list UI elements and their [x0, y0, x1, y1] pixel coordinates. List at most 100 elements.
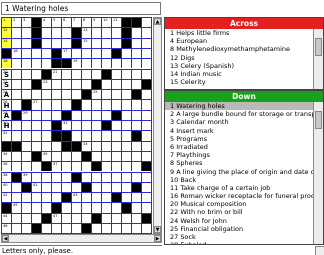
grid-cell[interactable]: 22 S [1, 78, 11, 90]
grid-cell[interactable] [51, 99, 61, 110]
grid-cell[interactable] [61, 161, 71, 172]
grid-cell[interactable] [141, 68, 151, 79]
grid-cell[interactable] [121, 140, 131, 151]
grid-cell[interactable] [101, 150, 111, 162]
across-clue-item[interactable]: 15 Celerity [165, 78, 313, 86]
grid-cell[interactable]: 32 [1, 130, 11, 141]
grid-cell[interactable] [71, 161, 81, 172]
grid-cell[interactable] [111, 58, 121, 69]
grid-cell[interactable] [101, 202, 111, 213]
grid-cell[interactable] [111, 181, 121, 193]
down-clue-item[interactable]: 5 Programs [165, 135, 313, 143]
grid-cell[interactable]: 42 [1, 192, 11, 203]
grid-cell[interactable] [91, 223, 101, 234]
grid-cell[interactable] [71, 181, 81, 193]
grid-cell[interactable] [141, 120, 151, 131]
grid-cell[interactable] [61, 202, 71, 213]
grid-cell[interactable] [101, 78, 111, 90]
grid-cell[interactable] [21, 223, 31, 234]
grid-cell[interactable]: 27 [31, 99, 41, 110]
grid-cell[interactable] [81, 212, 91, 223]
grid-cell[interactable]: 28 A [1, 109, 11, 120]
grid-cell[interactable] [81, 130, 91, 141]
grid-cell[interactable] [131, 99, 141, 110]
grid-cell[interactable]: 5 [51, 17, 61, 28]
across-clue-item[interactable]: 1 Helps little firms [165, 29, 313, 37]
grid-cell[interactable] [21, 68, 31, 79]
grid-cell[interactable] [71, 130, 81, 141]
grid-cell[interactable]: 29 [21, 109, 31, 120]
grid-cell[interactable] [141, 17, 151, 28]
across-clue-item[interactable]: 14 Indian music [165, 70, 313, 78]
grid-cell[interactable] [11, 58, 21, 69]
grid-cell[interactable]: 41 [31, 181, 41, 193]
grid-cell[interactable] [71, 68, 81, 79]
grid-cell[interactable] [71, 223, 81, 234]
grid-cell[interactable] [81, 202, 91, 213]
grid-cell[interactable] [101, 58, 111, 69]
grid-cell[interactable]: 24 A [1, 89, 11, 100]
grid-cell[interactable]: 23 [41, 78, 51, 90]
grid-cell[interactable] [81, 68, 91, 79]
grid-cell[interactable] [41, 202, 51, 213]
resize-grip-icon[interactable] [315, 246, 324, 255]
grid-cell[interactable] [141, 89, 151, 100]
grid-cell[interactable] [41, 223, 51, 234]
grid-cell[interactable] [31, 47, 41, 59]
grid-cell[interactable] [91, 192, 101, 203]
grid-cell[interactable] [121, 212, 131, 223]
across-clue-list[interactable]: 1 Helps little firms 4 European 8 Methylen… [165, 29, 313, 89]
grid-cell[interactable] [41, 58, 51, 69]
grid-cell[interactable] [121, 161, 131, 172]
grid-cell[interactable] [91, 171, 101, 182]
grid-cell[interactable] [11, 99, 21, 110]
grid-cell[interactable] [121, 58, 131, 69]
grid-cell[interactable] [91, 47, 101, 59]
grid-cell[interactable] [41, 130, 51, 141]
grid-cell[interactable] [21, 212, 31, 223]
grid-cell[interactable] [101, 181, 111, 193]
grid-cell[interactable] [51, 89, 61, 100]
grid-cell[interactable] [141, 130, 151, 141]
grid-cell[interactable] [111, 89, 121, 100]
grid-cell[interactable] [51, 27, 61, 38]
grid-cell[interactable] [61, 37, 71, 48]
grid-cell[interactable] [21, 47, 31, 59]
grid-cell[interactable] [61, 78, 71, 90]
grid-cell[interactable] [61, 223, 71, 234]
grid-cell[interactable] [111, 202, 121, 213]
grid-cell[interactable] [21, 161, 31, 172]
grid-cell[interactable] [101, 192, 111, 203]
grid-cell[interactable] [121, 223, 131, 234]
grid-cell[interactable] [51, 223, 61, 234]
grid-cell[interactable] [11, 181, 21, 193]
down-clue-item[interactable]: 3 Calendar month [165, 118, 313, 126]
grid-cell[interactable] [31, 192, 41, 203]
grid-cell[interactable] [51, 171, 61, 182]
grid-cell[interactable] [111, 27, 121, 38]
grid-cell[interactable] [121, 68, 131, 79]
grid-cell[interactable] [81, 78, 91, 90]
grid-cell[interactable] [141, 171, 151, 182]
grid-cell[interactable] [41, 37, 51, 48]
grid-cell[interactable] [71, 89, 81, 100]
grid-cell[interactable] [51, 140, 61, 151]
grid-cell[interactable] [11, 89, 21, 100]
grid-cell[interactable] [91, 202, 101, 213]
grid-cell[interactable] [101, 89, 111, 100]
grid-cell[interactable] [81, 99, 91, 110]
grid-cell[interactable]: 11 [111, 17, 121, 28]
grid-cell[interactable] [101, 99, 111, 110]
grid-cell[interactable] [11, 192, 21, 203]
grid-cell[interactable] [111, 37, 121, 48]
grid-cell[interactable] [41, 89, 51, 100]
grid-cell[interactable] [31, 109, 41, 120]
down-clue-item[interactable]: 1 Watering holes [165, 102, 313, 111]
grid-cell[interactable] [121, 120, 131, 131]
down-clue-item[interactable]: 8 Spheres [165, 159, 313, 167]
across-scroll-thumb[interactable] [315, 38, 322, 56]
grid-cell[interactable] [91, 99, 101, 110]
scroll-down-arrow-icon[interactable]: ▼ [154, 226, 161, 233]
grid-cell[interactable] [91, 27, 101, 38]
grid-cell[interactable] [81, 47, 91, 59]
